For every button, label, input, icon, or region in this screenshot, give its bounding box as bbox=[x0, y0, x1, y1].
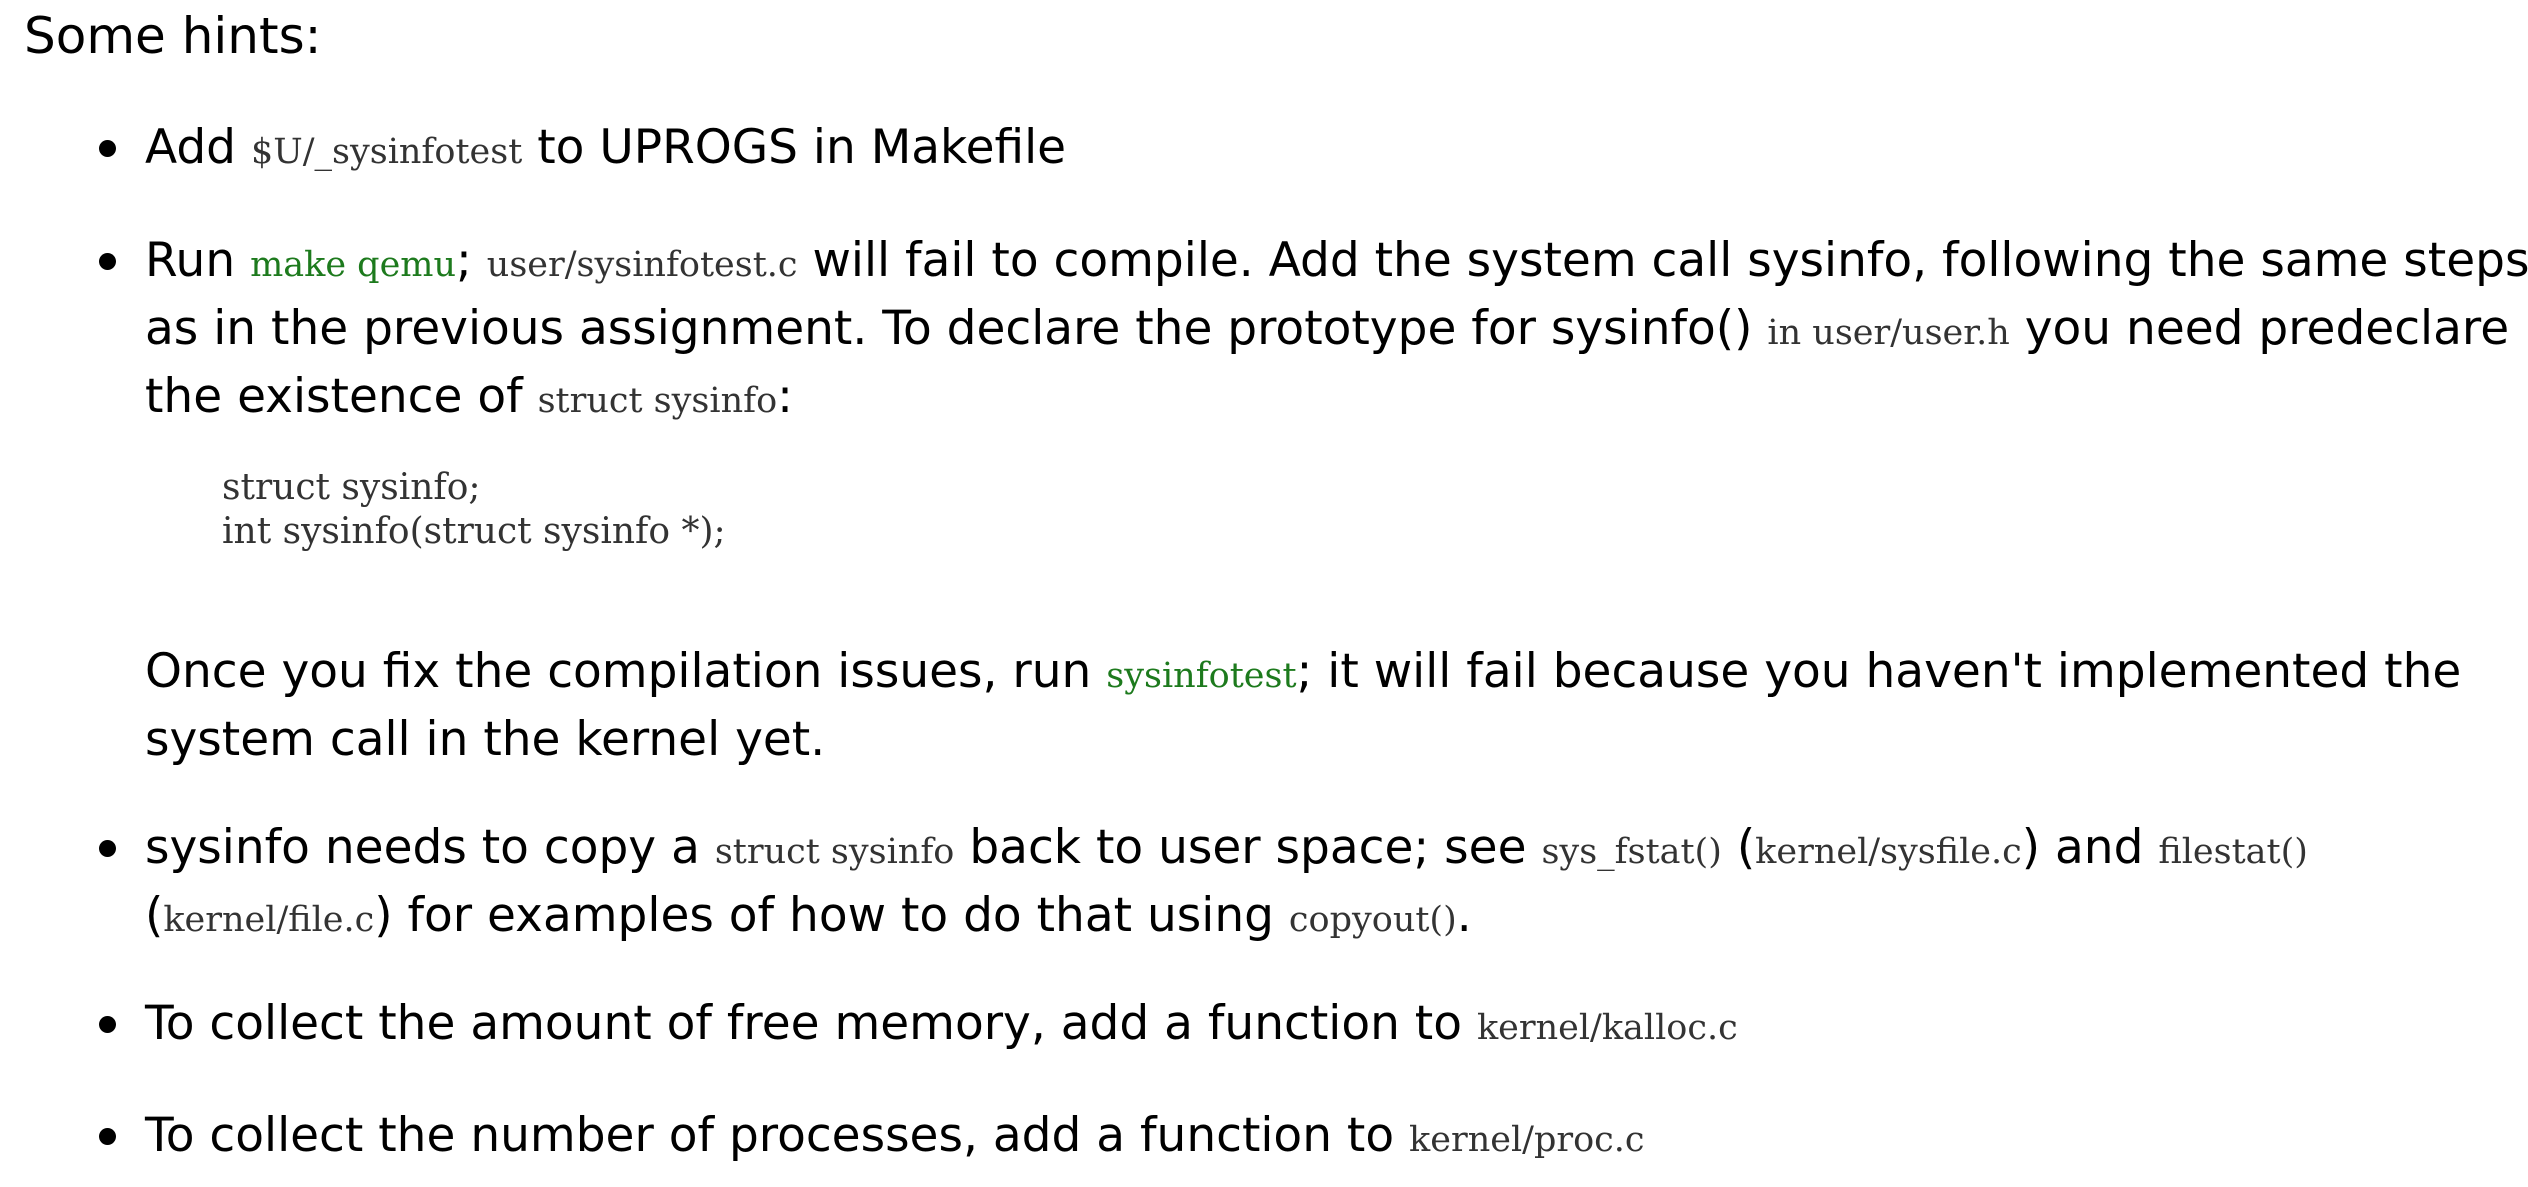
command-sysinfotest: sysinfotest bbox=[1106, 656, 1297, 696]
prototype-code-block: struct sysinfo; int sysinfo(struct sysin… bbox=[222, 466, 726, 554]
hint-2-followup-line-2: system call in the kernel yet. bbox=[145, 712, 826, 767]
hint-item-3: sysinfo needs to copy a struct sysinfo b… bbox=[99, 816, 2485, 952]
code-proc-path: kernel/proc.c bbox=[1409, 1120, 1645, 1160]
document: Some hints: Add $U/_sysinfotest to UPROG… bbox=[0, 0, 2528, 1187]
bullet-icon bbox=[99, 1016, 116, 1033]
hint-5-line-1: To collect the number of processes, add … bbox=[145, 1108, 1645, 1163]
bullet-icon bbox=[99, 140, 116, 157]
code-uprogs-entry: $U/_sysinfotest bbox=[250, 132, 523, 172]
hint-2-followup: Once you fix the compilation issues, run… bbox=[145, 640, 2461, 772]
hints-heading: Some hints: bbox=[24, 7, 322, 65]
code-block-line-1: struct sysinfo; bbox=[222, 467, 481, 508]
code-user-header: in user/user.h bbox=[1767, 313, 2010, 353]
hint-3-line-2: (kernel/file.c) for examples of how to d… bbox=[145, 888, 1472, 943]
code-sysinfotest-file: user/sysinfotest.c bbox=[486, 245, 798, 285]
bullet-icon bbox=[99, 1128, 116, 1145]
code-file-path: kernel/file.c bbox=[163, 900, 375, 940]
hint-2-line-1: Run make qemu; user/sysinfotest.c will f… bbox=[145, 233, 2528, 288]
code-copyout: copyout() bbox=[1288, 900, 1457, 940]
code-struct-sysinfo: struct sysinfo bbox=[714, 832, 955, 872]
command-make-qemu: make qemu bbox=[250, 245, 457, 285]
code-sysfile-path: kernel/sysfile.c bbox=[1755, 832, 2022, 872]
hint-2-line-2: as in the previous assignment. To declar… bbox=[145, 301, 2510, 356]
bullet-icon bbox=[99, 253, 116, 270]
code-struct-sysinfo: struct sysinfo bbox=[537, 381, 778, 421]
hint-1-line-1: Add $U/_sysinfotest to UPROGS in Makefil… bbox=[145, 120, 1067, 175]
bullet-icon bbox=[99, 840, 116, 857]
hint-3-line-1: sysinfo needs to copy a struct sysinfo b… bbox=[145, 820, 2308, 875]
hint-item-4: To collect the amount of free memory, ad… bbox=[99, 992, 2485, 1060]
code-block-line-2: int sysinfo(struct sysinfo *); bbox=[222, 511, 726, 552]
hint-4-line-1: To collect the amount of free memory, ad… bbox=[145, 996, 1738, 1051]
code-filestat: filestat() bbox=[2158, 832, 2308, 872]
code-sys-fstat: sys_fstat() bbox=[1541, 832, 1722, 872]
hint-item-2: Run make qemu; user/sysinfotest.c will f… bbox=[99, 229, 2528, 433]
code-kalloc-path: kernel/kalloc.c bbox=[1476, 1008, 1738, 1048]
hint-item-5: To collect the number of processes, add … bbox=[99, 1104, 2485, 1172]
hint-item-1: Add $U/_sysinfotest to UPROGS in Makefil… bbox=[99, 116, 2485, 184]
hint-2-followup-line-1: Once you fix the compilation issues, run… bbox=[145, 644, 2462, 699]
hint-2-line-3: the existence of struct sysinfo: bbox=[145, 369, 793, 424]
